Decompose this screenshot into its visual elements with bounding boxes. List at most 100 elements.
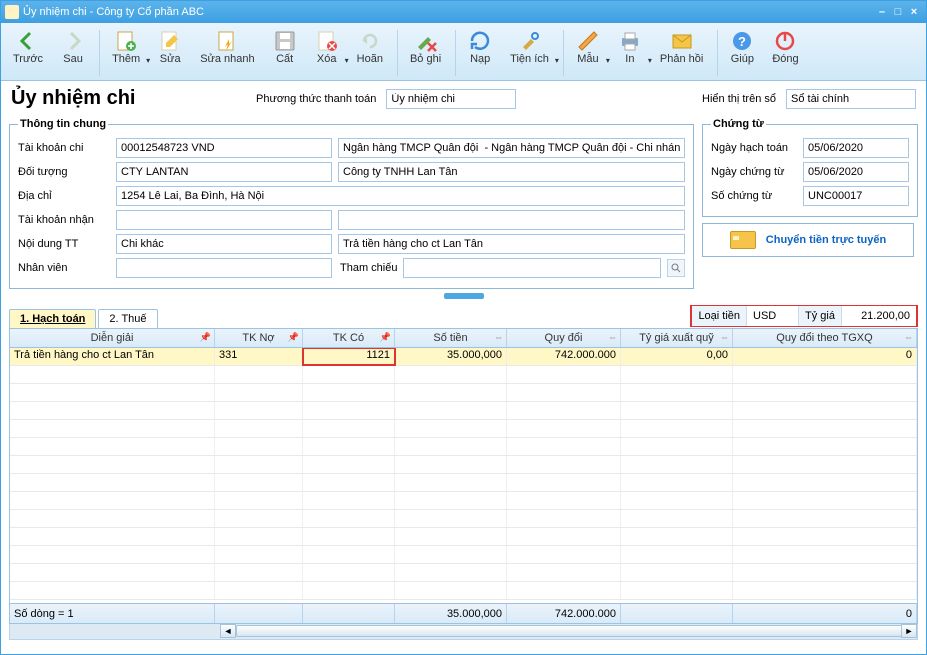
close-label: Đóng <box>772 53 798 65</box>
col-amount[interactable]: Số tiền⇔ <box>395 329 507 347</box>
pin-icon[interactable]: ⇔ <box>904 332 913 342</box>
quick-edit-button[interactable]: Sửa nhanh <box>192 26 262 68</box>
cell-rateout[interactable]: 0,00 <box>621 348 733 365</box>
maximize-button[interactable]: □ <box>890 6 906 18</box>
pin-icon[interactable]: 📌 <box>288 332 299 343</box>
table-row[interactable]: Trả tiền hàng cho ct Lan Tân 331 1121 35… <box>10 348 917 366</box>
cell-convout[interactable]: 0 <box>733 348 917 365</box>
content-text-field[interactable] <box>338 234 685 254</box>
table-row[interactable] <box>10 582 917 600</box>
currency-type-value[interactable]: USD <box>747 306 799 326</box>
scroll-left-icon[interactable]: ◄ <box>220 624 236 638</box>
voucher-no-label: Số chứng từ <box>711 190 797 202</box>
undo-button[interactable]: Hoãn <box>349 26 391 68</box>
table-row[interactable] <box>10 510 917 528</box>
close-window-button[interactable]: × <box>906 6 922 18</box>
ref-field[interactable] <box>403 258 661 278</box>
table-row[interactable] <box>10 528 917 546</box>
pin-icon[interactable]: 📌 <box>380 332 391 343</box>
window-title: Ủy nhiệm chi - Công ty Cổ phần ABC <box>23 6 874 18</box>
object-label: Đối tượng <box>18 166 110 178</box>
currency-rate-value[interactable]: 21.200,00 <box>842 306 916 326</box>
horizontal-scrollbar[interactable]: ◄ ► <box>9 624 918 640</box>
pin-icon[interactable]: ⇔ <box>720 332 729 342</box>
ref-lookup-icon[interactable] <box>667 259 685 277</box>
help-label: Giúp <box>731 53 754 65</box>
online-transfer-button[interactable]: Chuyển tiền trực tuyến <box>702 223 914 257</box>
pin-icon[interactable]: 📌 <box>200 332 211 343</box>
cell-amount[interactable]: 35.000,000 <box>395 348 507 365</box>
cell-desc[interactable]: Trả tiền hàng cho ct Lan Tân <box>10 348 215 365</box>
cell-tkco[interactable]: 1121 <box>303 348 395 365</box>
col-tkno[interactable]: TK Nợ📌 <box>215 329 303 347</box>
object-code-field[interactable] <box>116 162 332 182</box>
table-row[interactable] <box>10 546 917 564</box>
table-row[interactable] <box>10 474 917 492</box>
object-name-field[interactable] <box>338 162 685 182</box>
template-button[interactable]: Mẫu ▾ <box>568 26 608 68</box>
pay-method-select[interactable] <box>386 89 516 109</box>
load-button[interactable]: Nạp <box>460 26 500 68</box>
cell-converted[interactable]: 742.000.000 <box>507 348 621 365</box>
voucher-no-field[interactable] <box>803 186 909 206</box>
pay-method-label: Phương thức thanh toán <box>256 93 376 105</box>
table-row[interactable] <box>10 402 917 420</box>
add-button[interactable]: Thêm ▾ <box>104 26 148 68</box>
app-icon <box>5 5 19 19</box>
voucher-date-field[interactable] <box>803 162 909 182</box>
table-row[interactable] <box>10 456 917 474</box>
pin-icon[interactable]: ⇔ <box>608 332 617 342</box>
table-row[interactable] <box>10 384 917 402</box>
undo-icon <box>358 29 382 53</box>
print-button[interactable]: In ▾ <box>610 26 650 68</box>
account-recv-bank-field[interactable] <box>338 210 685 230</box>
staff-field[interactable] <box>116 258 332 278</box>
display-book-select[interactable] <box>786 89 916 109</box>
arrow-right-icon <box>61 29 85 53</box>
table-row[interactable] <box>10 420 917 438</box>
sum-convout: 0 <box>733 604 917 623</box>
util-button[interactable]: Tiện ích ▾ <box>502 26 557 68</box>
content-code-field[interactable] <box>116 234 332 254</box>
delete-button[interactable]: Xóa ▾ <box>307 26 347 68</box>
tab-tax[interactable]: 2. Thuế <box>98 309 157 328</box>
account-recv-field[interactable] <box>116 210 332 230</box>
pin-icon[interactable]: ⇔ <box>494 332 503 342</box>
col-desc[interactable]: Diễn giải📌 <box>10 329 215 347</box>
tab-accounting[interactable]: 1. Hạch toán <box>9 309 96 328</box>
dropdown-caret-icon[interactable]: ▾ <box>555 56 559 65</box>
prev-button[interactable]: Trước <box>5 26 51 68</box>
col-tkco[interactable]: TK Có📌 <box>303 329 395 347</box>
table-row[interactable] <box>10 366 917 384</box>
help-button[interactable]: ? Giúp <box>722 26 762 68</box>
scroll-thumb[interactable] <box>236 625 916 637</box>
posted-date-field[interactable] <box>803 138 909 158</box>
scroll-right-icon[interactable]: ► <box>901 624 917 638</box>
add-label: Thêm <box>112 53 140 65</box>
power-icon <box>773 29 797 53</box>
col-converted[interactable]: Quy đổi⇔ <box>507 329 621 347</box>
account-pay-field[interactable] <box>116 138 332 158</box>
address-field[interactable] <box>116 186 685 206</box>
toolbar: Trước Sau Thêm ▾ Sửa Sửa nhanh Cất Xóa ▾… <box>1 23 926 81</box>
save-button[interactable]: Cất <box>265 26 305 68</box>
table-row[interactable] <box>10 492 917 510</box>
bank-field[interactable] <box>338 138 685 158</box>
print-label: In <box>625 53 634 65</box>
unpost-button[interactable]: Bỏ ghi <box>402 26 449 68</box>
quick-edit-label: Sửa nhanh <box>200 53 254 65</box>
edit-button[interactable]: Sửa <box>150 26 190 68</box>
currency-bar: Loại tiền USD Tỷ giá 21.200,00 <box>690 305 918 327</box>
cell-tkno[interactable]: 331 <box>215 348 303 365</box>
feedback-button[interactable]: Phản hồi <box>652 26 711 68</box>
collapse-bar[interactable] <box>1 291 926 301</box>
col-convout[interactable]: Quy đổi theo TGXQ⇔ <box>733 329 917 347</box>
table-row[interactable] <box>10 564 917 582</box>
minimize-button[interactable]: – <box>874 6 890 18</box>
next-button[interactable]: Sau <box>53 26 93 68</box>
table-row[interactable] <box>10 438 917 456</box>
close-button[interactable]: Đóng <box>764 26 806 68</box>
grid-body[interactable]: Trả tiền hàng cho ct Lan Tân 331 1121 35… <box>10 348 917 603</box>
col-rateout[interactable]: Tỷ giá xuất quỹ⇔ <box>621 329 733 347</box>
online-transfer-label: Chuyển tiền trực tuyến <box>766 234 886 246</box>
